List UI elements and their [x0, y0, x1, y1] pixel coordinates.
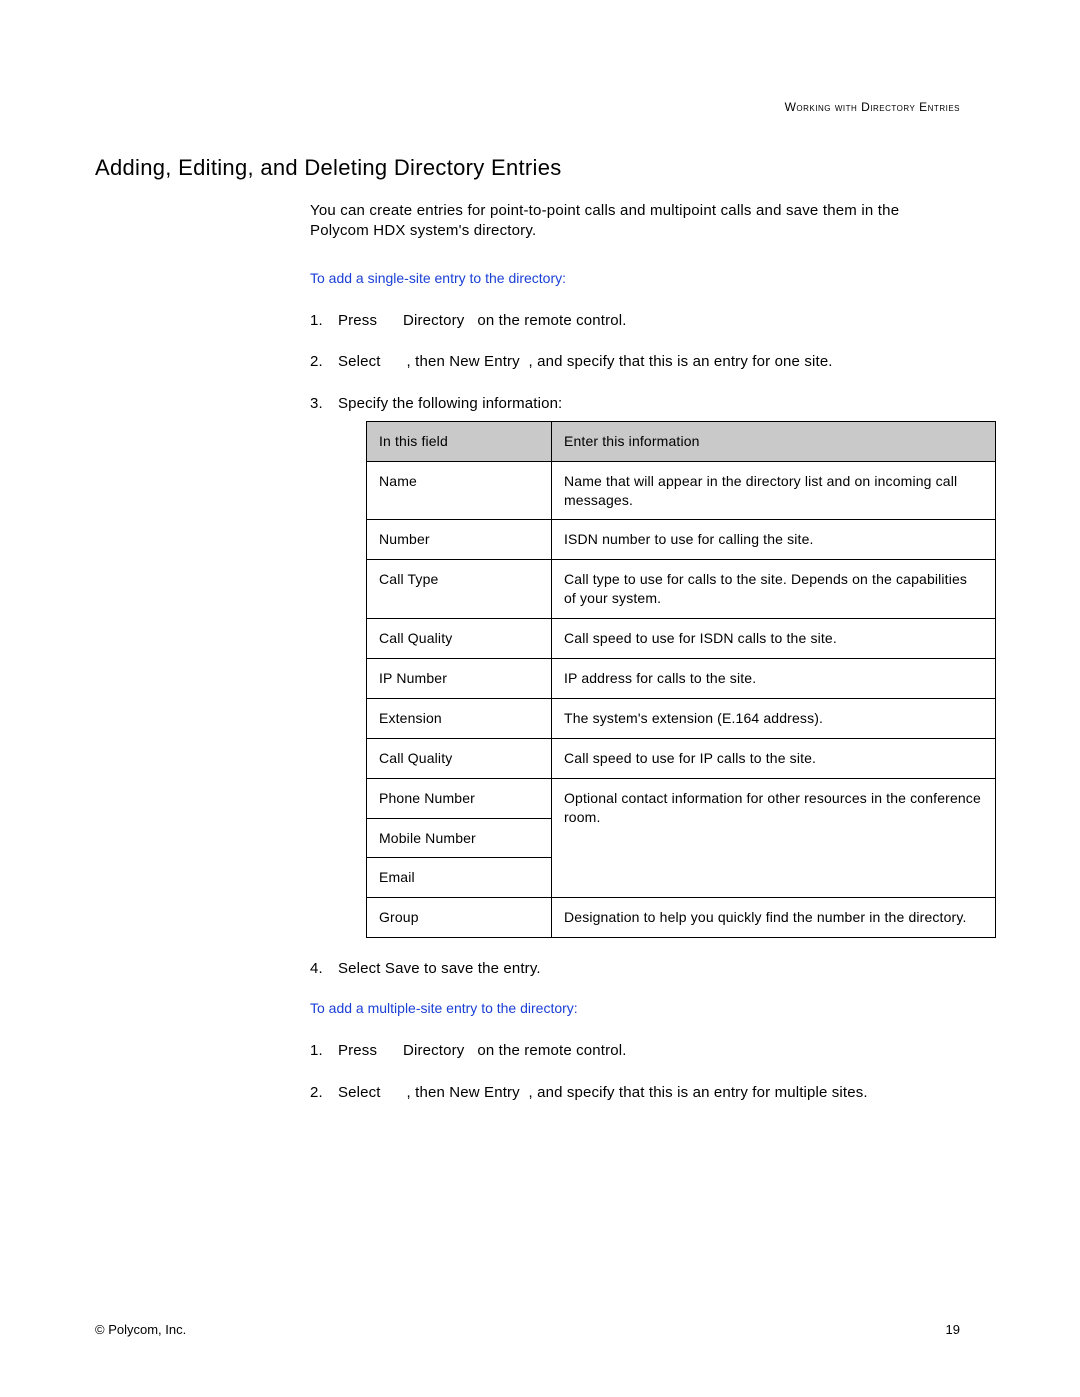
table-row: Call Type Call type to use for calls to …: [367, 560, 996, 619]
table-row: Group Designation to help you quickly fi…: [367, 898, 996, 938]
page-number: 19: [946, 1322, 960, 1337]
fields-table: In this field Enter this information Nam…: [366, 421, 996, 938]
table-row: IP Number IP address for calls to the si…: [367, 658, 996, 698]
task-heading-single: To add a single-site entry to the direct…: [310, 270, 960, 286]
table-header-info: Enter this information: [552, 421, 996, 461]
steps-multi: 1. Press Directory on the remote control…: [310, 1040, 960, 1104]
page-footer: © Polycom, Inc. 19: [95, 1322, 960, 1337]
step-number: 2.: [310, 1082, 323, 1104]
step-text: Press Directory on the remote control.: [338, 312, 627, 329]
running-head-text: Working with Directory Entries: [785, 100, 960, 114]
step-number: 2.: [310, 351, 323, 373]
step-number: 4.: [310, 958, 323, 980]
page: Working with Directory Entries Adding, E…: [0, 0, 1080, 1397]
footer-copyright: © Polycom, Inc.: [95, 1322, 186, 1337]
step-number: 1.: [310, 310, 323, 332]
table-row: Call Quality Call speed to use for IP ca…: [367, 738, 996, 778]
table-row: Number ISDN number to use for calling th…: [367, 520, 996, 560]
running-head: Working with Directory Entries: [785, 100, 960, 114]
table-row: Phone Number Optional contact informatio…: [367, 778, 996, 818]
step-text: Select Save to save the entry.: [338, 960, 541, 977]
step-number: 3.: [310, 393, 323, 415]
table-header-row: In this field Enter this information: [367, 421, 996, 461]
body-content: You can create entries for point-to-poin…: [310, 201, 960, 1103]
step-text: Select , then New Entry , and specify th…: [338, 353, 833, 370]
table-row: Call Quality Call speed to use for ISDN …: [367, 619, 996, 659]
section-title: Adding, Editing, and Deleting Directory …: [95, 155, 960, 181]
step-2: 2. Select , then New Entry , and specify…: [310, 1082, 960, 1104]
step-4: 4. Select Save to save the entry.: [310, 958, 960, 980]
table-row: Extension The system's extension (E.164 …: [367, 698, 996, 738]
step-text: Select , then New Entry , and specify th…: [338, 1084, 868, 1101]
table-header-field: In this field: [367, 421, 552, 461]
steps-single: 1. Press Directory on the remote control…: [310, 310, 960, 980]
intro-paragraph: You can create entries for point-to-poin…: [310, 201, 960, 242]
step-number: 1.: [310, 1040, 323, 1062]
table-row: Name Name that will appear in the direct…: [367, 461, 996, 520]
step-2: 2. Select , then New Entry , and specify…: [310, 351, 960, 373]
step-1: 1. Press Directory on the remote control…: [310, 1040, 960, 1062]
step-text: Specify the following information:: [338, 395, 562, 412]
step-1: 1. Press Directory on the remote control…: [310, 310, 960, 332]
step-text: Press Directory on the remote control.: [338, 1042, 627, 1059]
task-heading-multi: To add a multiple-site entry to the dire…: [310, 1000, 960, 1016]
step-3: 3. Specify the following information: In…: [310, 393, 960, 938]
